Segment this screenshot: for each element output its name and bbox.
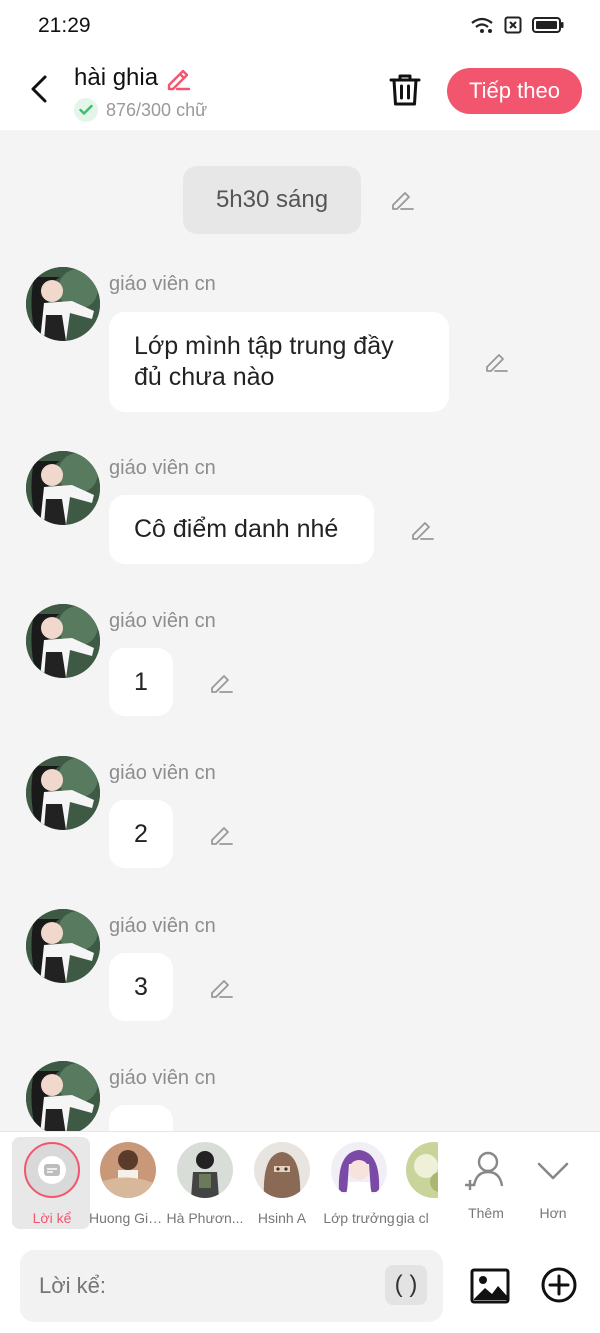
header: hài ghia 876/300 chữ Tiếp theo xyxy=(0,52,600,130)
avatar[interactable] xyxy=(26,1061,100,1131)
character-label: Lời kể xyxy=(32,1210,72,1226)
image-icon xyxy=(470,1268,510,1304)
delete-button[interactable] xyxy=(388,72,422,108)
timestamp-chip[interactable]: 5h30 sáng xyxy=(183,166,361,234)
sender-name: giáo viên cn xyxy=(109,457,216,479)
character-label: gia cl xyxy=(396,1210,429,1226)
chevron-left-icon xyxy=(31,75,47,103)
check-icon xyxy=(74,98,98,122)
message-bubble[interactable]: 1 xyxy=(109,648,173,716)
trash-icon xyxy=(389,74,421,106)
avatar xyxy=(406,1142,438,1198)
add-user-icon xyxy=(465,1151,504,1190)
character-label: Hsinh A xyxy=(257,1210,307,1226)
edit-icon[interactable] xyxy=(208,670,234,696)
narrator-icon xyxy=(24,1142,80,1198)
message-bubble[interactable]: Cô điểm danh nhé xyxy=(109,495,374,564)
battery-icon xyxy=(532,17,564,33)
message-bubble[interactable]: 2 xyxy=(109,800,173,868)
plus-circle-icon xyxy=(541,1267,577,1303)
character-label: Hà Phươn... xyxy=(166,1210,244,1226)
character-item[interactable]: Hà Phươn... xyxy=(166,1142,244,1226)
edit-icon[interactable] xyxy=(389,187,415,213)
status-icons xyxy=(470,16,564,34)
avatar[interactable] xyxy=(26,604,100,678)
avatar xyxy=(100,1142,156,1198)
avatar[interactable] xyxy=(26,451,100,525)
avatar xyxy=(177,1142,233,1198)
parenthesis-button[interactable]: ( ) xyxy=(385,1265,427,1305)
message-input[interactable] xyxy=(20,1250,443,1322)
status-time: 21:29 xyxy=(38,14,91,37)
character-label: Huong Gia... xyxy=(89,1210,167,1226)
story-title-block: hài ghia 876/300 chữ xyxy=(74,64,207,122)
more-label: Hơn xyxy=(539,1205,567,1221)
character-item[interactable]: Huong Gia... xyxy=(89,1142,167,1226)
message-bubble[interactable]: 3 xyxy=(109,953,173,1021)
character-item[interactable]: gia cl xyxy=(396,1142,438,1226)
character-narrator[interactable]: Lời kể xyxy=(12,1137,91,1229)
sender-name: giáo viên cn xyxy=(109,915,216,937)
pencil-icon[interactable] xyxy=(164,64,192,92)
input-bar: ( ) xyxy=(0,1239,600,1333)
sender-name: giáo viên cn xyxy=(109,1067,216,1089)
more-button[interactable]: Hơn xyxy=(514,1142,592,1221)
character-label: Lớp trưởng xyxy=(323,1210,395,1226)
wifi-icon xyxy=(471,17,493,33)
avatar xyxy=(254,1142,310,1198)
edit-icon[interactable] xyxy=(409,517,435,543)
chat-area[interactable]: 5h30 sáng giáo viên cn Lớp mình tập trun… xyxy=(0,130,600,1131)
status-bar: 21:29 xyxy=(0,0,600,52)
avatar xyxy=(331,1142,387,1198)
add-button[interactable] xyxy=(540,1266,578,1304)
message-bubble[interactable]: Lớp mình tập trung đầy đủ chưa nào xyxy=(109,312,449,412)
edit-icon[interactable] xyxy=(208,822,234,848)
back-button[interactable] xyxy=(22,72,56,106)
image-button[interactable] xyxy=(470,1266,510,1306)
chevron-down-icon xyxy=(537,1162,569,1180)
sender-name: giáo viên cn xyxy=(109,273,216,295)
avatar[interactable] xyxy=(26,909,100,983)
edit-icon[interactable] xyxy=(208,975,234,1001)
word-count: 876/300 chữ xyxy=(106,99,208,120)
message-bubble[interactable] xyxy=(109,1105,173,1131)
story-title: hài ghia xyxy=(74,64,159,91)
next-button[interactable]: Tiếp theo xyxy=(447,68,582,114)
sender-name: giáo viên cn xyxy=(109,610,216,632)
avatar[interactable] xyxy=(26,267,100,341)
character-item[interactable]: Lớp trưởng xyxy=(320,1142,398,1226)
character-tray: Lời kể Huong Gia... Hà Phươn... Hsinh A … xyxy=(0,1131,600,1239)
avatar[interactable] xyxy=(26,756,100,830)
character-item[interactable]: Hsinh A xyxy=(243,1142,321,1226)
edit-icon[interactable] xyxy=(483,349,509,375)
sim-off-icon xyxy=(504,16,522,34)
sender-name: giáo viên cn xyxy=(109,762,216,784)
